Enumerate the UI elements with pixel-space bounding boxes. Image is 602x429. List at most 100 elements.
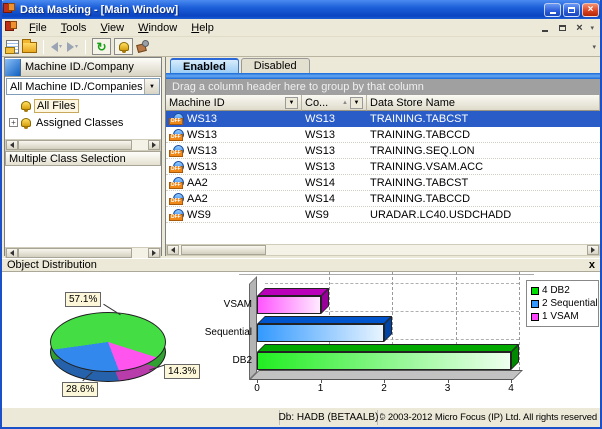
menu-item-view[interactable]: View xyxy=(93,20,131,36)
refresh-button[interactable]: ↻ xyxy=(92,38,111,55)
panel-header-label: Machine ID./Company xyxy=(25,61,134,73)
grid-header-row: Machine ID ▼ Co... ▲ ▼ Data Store Name xyxy=(166,95,600,111)
chevron-down-icon[interactable]: ▼ xyxy=(144,79,159,94)
open-folder-icon[interactable] xyxy=(22,42,37,53)
cell-data-store-name: TRAINING.TABCST xyxy=(367,113,600,125)
grid-horizontal-scrollbar[interactable] xyxy=(166,244,600,256)
tab-disabled[interactable]: Disabled xyxy=(241,58,310,73)
status-bar: Db: HADB (BETAALB) © 2003-2012 Micro Foc… xyxy=(2,407,600,427)
toolbar-overflow-icon[interactable]: ▾ xyxy=(592,43,596,51)
scroll-left-icon[interactable] xyxy=(6,248,18,258)
restore-button[interactable] xyxy=(563,3,580,17)
bar-category-label: VSAM xyxy=(197,299,252,310)
object-distribution-title: Object Distribution xyxy=(7,259,589,271)
tree-horizontal-scrollbar[interactable] xyxy=(5,139,161,151)
scrollbar-thumb[interactable] xyxy=(18,248,132,258)
tree-item-label: All Files xyxy=(34,99,79,113)
expand-plus-icon[interactable]: + xyxy=(9,118,18,127)
scroll-right-icon[interactable] xyxy=(587,245,599,255)
minimize-button[interactable] xyxy=(544,3,561,17)
cell-machine-id: DFFWS13 xyxy=(166,161,302,173)
tab-strip: Enabled Disabled xyxy=(166,57,600,73)
toolbar-separator xyxy=(43,40,44,54)
cell-company: WS13 xyxy=(302,113,367,125)
table-row[interactable]: DFFWS13WS13TRAINING.VSAM.ACC xyxy=(166,159,600,175)
scroll-right-icon[interactable] xyxy=(148,248,160,258)
bar-vsam xyxy=(257,296,321,314)
back-button[interactable]: ▾ xyxy=(50,42,63,52)
column-header-company[interactable]: Co... ▲ ▼ xyxy=(302,95,367,111)
cell-company: WS13 xyxy=(302,161,367,173)
table-row[interactable]: DFFWS13WS13TRAINING.TABCST xyxy=(166,111,600,127)
chart-legend: 4 DB22 Sequential1 VSAM xyxy=(526,280,599,327)
table-row[interactable]: DFFWS13WS13TRAINING.SEQ.LON xyxy=(166,143,600,159)
cell-machine-id-text: AA2 xyxy=(187,177,208,189)
cell-data-store-name: URADAR.LC40.USDCHADD xyxy=(367,209,600,221)
company-filter-dropdown[interactable]: All Machine ID./Companies ▼ xyxy=(6,78,160,95)
cell-machine-id-text: WS13 xyxy=(187,145,217,157)
menu-items: FileToolsViewWindowHelp xyxy=(22,20,221,36)
scrollbar-thumb[interactable] xyxy=(181,245,266,255)
bar-top-face xyxy=(257,344,519,352)
scroll-left-icon[interactable] xyxy=(167,245,179,255)
sort-ascending-icon: ▲ xyxy=(342,100,348,106)
column-header-machine-id[interactable]: Machine ID ▼ xyxy=(166,95,302,111)
tab-enabled[interactable]: Enabled xyxy=(170,58,239,73)
back-icon xyxy=(51,42,58,52)
x-tick-label: 0 xyxy=(249,383,265,394)
main-area: Machine ID./Company All Machine ID./Comp… xyxy=(2,57,600,258)
machine-company-panel: Machine ID./Company All Machine ID./Comp… xyxy=(4,57,162,256)
filter-dropdown-icon[interactable]: ▼ xyxy=(285,97,298,109)
files-tree: All Files+Assigned Classes xyxy=(5,96,161,139)
table-row[interactable]: DFFWS9WS9URADAR.LC40.USDCHADD xyxy=(166,207,600,223)
menu-item-tools[interactable]: Tools xyxy=(54,20,94,36)
close-button[interactable]: × xyxy=(582,3,599,17)
open-report-icon[interactable] xyxy=(6,40,19,54)
scrollbar-thumb[interactable] xyxy=(18,140,132,150)
grid-rows: DFFWS13WS13TRAINING.TABCSTDFFWS13WS13TRA… xyxy=(166,111,600,223)
object-distribution-charts: 57.1% 14.3% 28.6% 4 DB22 Sequential1 VSA… xyxy=(2,272,600,407)
app-window: Data Masking - [Main Window] × FileTools… xyxy=(0,0,602,429)
bar-top-face xyxy=(257,288,329,296)
menu-item-window[interactable]: Window xyxy=(131,20,184,36)
tree-item-all-files[interactable]: All Files xyxy=(5,97,161,114)
bar-category-label: Sequential xyxy=(197,327,252,338)
filter-dropdown-icon[interactable]: ▼ xyxy=(350,97,363,109)
dff-datastore-icon: DFF xyxy=(169,193,184,205)
panel-icon xyxy=(5,59,21,76)
data-store-grid-panel: Enabled Disabled Drag a column header he… xyxy=(165,57,600,256)
properties-icon[interactable] xyxy=(136,40,150,53)
scroll-left-icon[interactable] xyxy=(6,140,18,150)
cell-data-store-name: TRAINING.TABCST xyxy=(367,177,600,189)
menu-overflow-icon[interactable]: ▾ xyxy=(590,24,594,32)
legend-label: 2 Sequential xyxy=(542,298,598,309)
alerts-button[interactable] xyxy=(114,38,133,55)
cell-machine-id: DFFWS13 xyxy=(166,129,302,141)
table-row[interactable]: DFFAA2WS14TRAINING.TABCCD xyxy=(166,191,600,207)
legend-item: 2 Sequential xyxy=(531,297,594,310)
column-header-data-store-name[interactable]: Data Store Name xyxy=(367,95,600,111)
dff-datastore-icon: DFF xyxy=(169,129,184,141)
chart-frame-line xyxy=(239,274,534,275)
close-panel-icon[interactable]: x xyxy=(589,260,595,271)
groupby-bar[interactable]: Drag a column header here to group by th… xyxy=(166,79,600,95)
bar-sequential xyxy=(257,324,384,342)
forward-button[interactable]: ▾ xyxy=(66,42,79,52)
mdi-minimize-button[interactable] xyxy=(539,22,551,34)
mdi-close-button[interactable]: × xyxy=(573,22,585,34)
bar-db2 xyxy=(257,352,511,370)
x-tick-label: 1 xyxy=(313,383,329,394)
dff-datastore-icon: DFF xyxy=(169,161,184,173)
legend-label: 1 VSAM xyxy=(542,311,579,322)
mdi-restore-button[interactable] xyxy=(556,22,568,34)
legend-swatch xyxy=(531,300,539,308)
menu-item-file[interactable]: File xyxy=(22,20,54,36)
multiple-class-selection-list[interactable] xyxy=(5,166,161,247)
menu-item-help[interactable]: Help xyxy=(184,20,221,36)
tree-item-assigned-classes[interactable]: +Assigned Classes xyxy=(5,114,161,131)
table-row[interactable]: DFFAA2WS14TRAINING.TABCST xyxy=(166,175,600,191)
table-row[interactable]: DFFWS13WS13TRAINING.TABCCD xyxy=(166,127,600,143)
x-tick-label: 3 xyxy=(440,383,456,394)
scroll-right-icon[interactable] xyxy=(148,140,160,150)
title-bar: Data Masking - [Main Window] × xyxy=(0,0,602,19)
